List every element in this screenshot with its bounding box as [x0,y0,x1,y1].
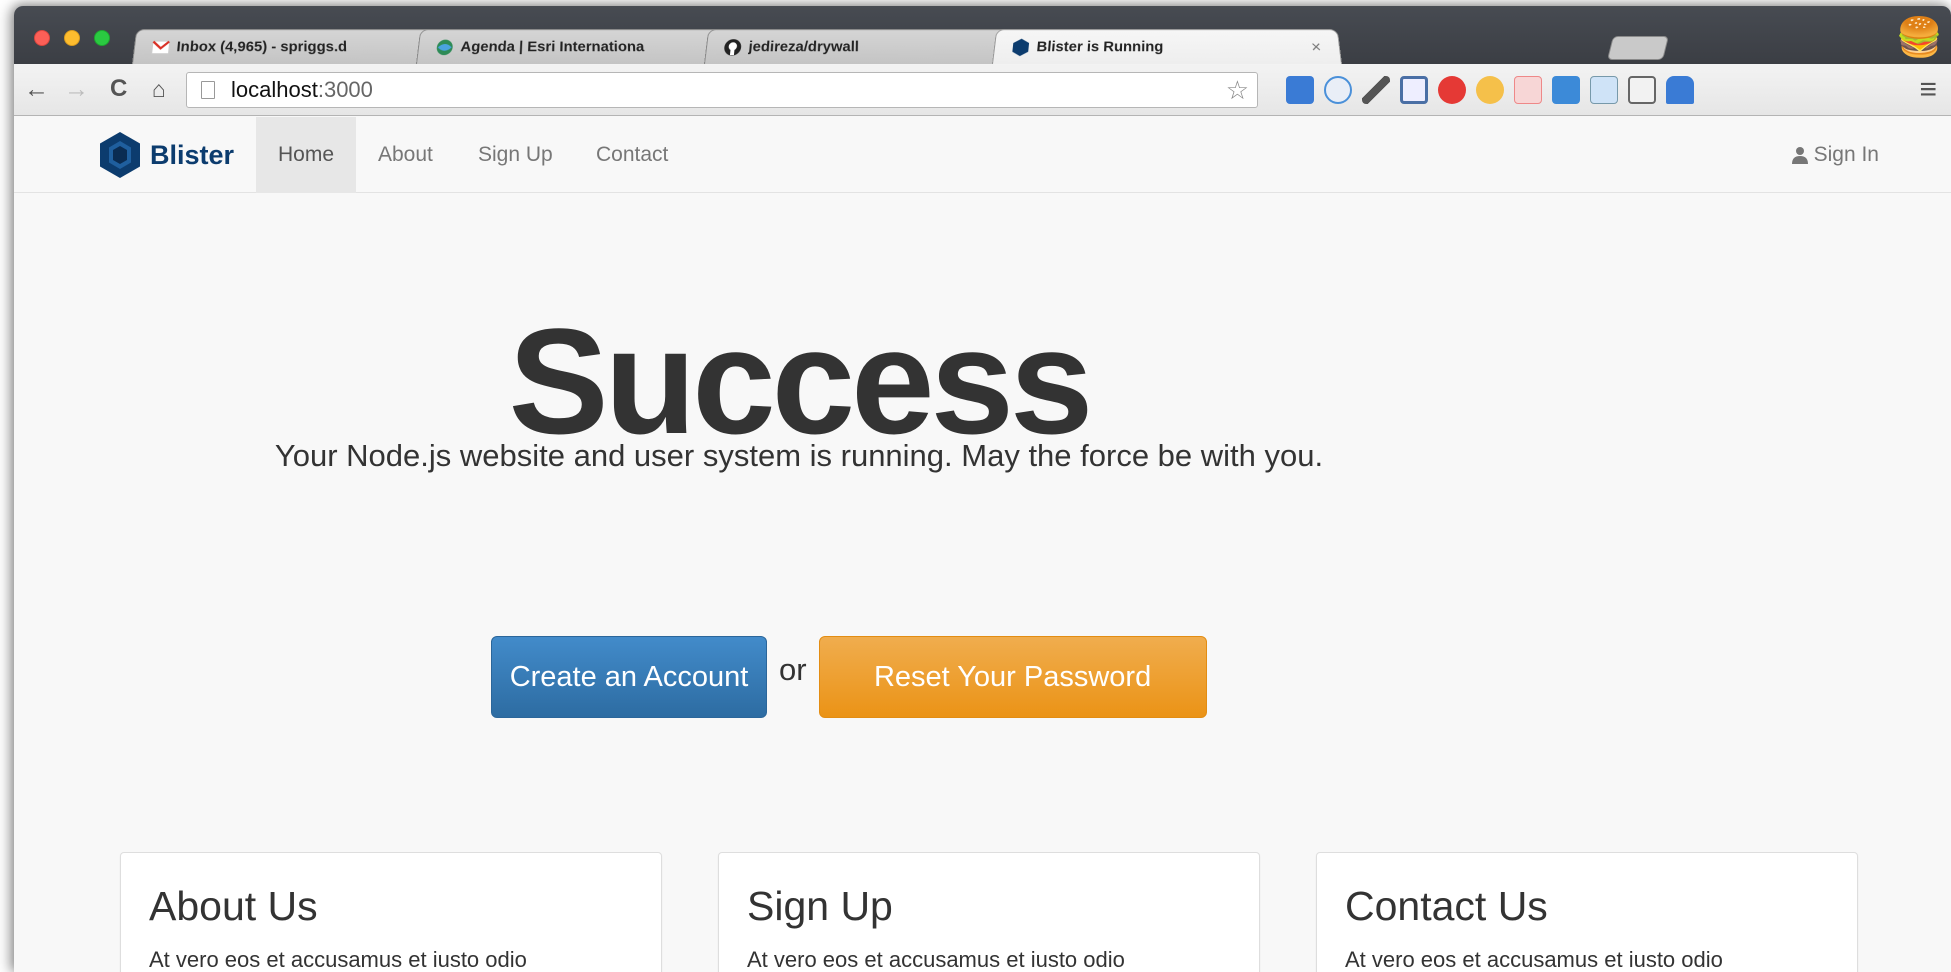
tab-title: Blister is Running [1035,38,1164,56]
panel-contact-us: Contact Us At vero eos et accusamus et i… [1316,852,1858,972]
tab-title: Inbox (4,965) - spriggs.d [175,38,348,56]
page-icon [201,81,215,99]
profile-burger-icon[interactable]: 🍔 [1896,18,1943,58]
address-bar[interactable]: localhost:3000 ☆ [186,72,1258,108]
sign-in-link[interactable]: Sign In [1791,117,1879,193]
home-icon[interactable]: ⌂ [152,73,166,105]
extension-arrow-icon[interactable] [1286,76,1314,104]
forward-arrow-icon[interactable]: → [64,73,89,105]
nav-about[interactable]: About [356,117,455,193]
panel-text: At vero eos et accusamus et iusto odio [1345,947,1723,972]
panel-title: Sign Up [747,883,893,929]
blister-logo-icon [100,132,140,178]
hero-subtitle: Your Node.js website and user system is … [274,438,1324,473]
nav-home[interactable]: Home [256,117,357,193]
gmail-checker-icon[interactable] [1514,76,1542,104]
site-navbar: Blister Home About Sign Up Contact Sign … [14,117,1951,193]
tab-title: Agenda | Esri Internationa [459,38,645,56]
create-account-button[interactable]: Create an Account [491,636,767,718]
reload-icon[interactable]: C [110,73,127,105]
menu-icon[interactable]: ≡ [1919,74,1937,106]
zoom-window-button[interactable] [94,30,110,46]
window-icon[interactable] [1590,76,1618,104]
extension-icons [1286,76,1694,104]
panel-about-us: About Us At vero eos et accusamus et ius… [120,852,662,972]
cast-icon[interactable] [1628,76,1656,104]
browser-window: Inbox (4,965) - spriggs.d × Agenda | Esr… [14,6,1951,972]
hero-title: Success [508,297,1094,465]
tab-close-icon[interactable]: × [1306,37,1326,56]
screen-share-icon[interactable] [1552,76,1580,104]
sign-in-label: Sign In [1813,143,1879,166]
panel-sign-up: Sign Up At vero eos et accusamus et iust… [718,852,1260,972]
panel-title: Contact Us [1345,883,1548,929]
emoji-icon[interactable] [1476,76,1504,104]
url-port: :3000 [317,77,373,102]
nav-contact[interactable]: Contact [574,117,690,193]
blister-icon [1010,38,1032,56]
github-icon [722,38,744,56]
panel-title: About Us [149,883,318,929]
panel-text: At vero eos et accusamus et iusto odio [149,947,527,972]
new-tab-button[interactable] [1607,36,1669,60]
brand-name: Blister [150,139,235,170]
reset-password-button[interactable]: Reset Your Password [818,636,1207,718]
nav-sign-up[interactable]: Sign Up [456,117,575,193]
browser-toolbar: ← → C ⌂ localhost:3000 ☆ ≡ [14,64,1951,116]
screenshot-icon[interactable] [1400,76,1428,104]
minimize-window-button[interactable] [64,30,80,46]
close-window-button[interactable] [34,30,50,46]
back-arrow-icon[interactable]: ← [24,73,49,105]
browser-tab-blister[interactable]: Blister is Running × [992,29,1342,64]
tab-strip: Inbox (4,965) - spriggs.d × Agenda | Esr… [14,6,1951,64]
bookmark-star-icon[interactable]: ☆ [1226,75,1249,106]
tab-title: jedireza/drywall [747,38,860,56]
ghostery-icon[interactable] [1666,76,1694,104]
hero-actions: Create an Account or Reset Your Password [491,636,1207,718]
user-icon [1791,147,1808,164]
url-host: localhost [231,77,318,102]
eyedropper-icon[interactable] [1362,76,1390,104]
opera-icon[interactable] [1438,76,1466,104]
esri-icon [434,38,456,55]
gmail-icon [150,38,172,55]
panel-text: At vero eos et accusamus et iusto odio [747,947,1125,972]
brand-link[interactable]: Blister [100,131,234,179]
extension-phone-icon[interactable] [1324,76,1352,104]
or-separator: or [779,652,807,687]
